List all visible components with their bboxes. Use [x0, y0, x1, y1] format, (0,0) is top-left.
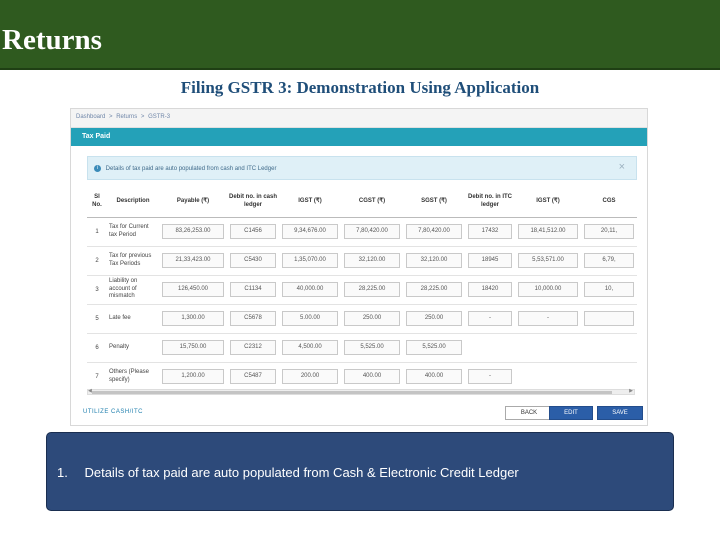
- save-button[interactable]: SAVE: [597, 406, 643, 420]
- edit-button[interactable]: EDIT: [549, 406, 593, 420]
- scroll-right-icon[interactable]: ▶: [629, 388, 633, 394]
- igst-field[interactable]: 1,35,070.00: [282, 253, 338, 268]
- breadcrumb-separator: >: [140, 114, 145, 120]
- tax-paid-table: Sl No. Description Payable (₹) Debit no.…: [87, 187, 637, 387]
- cgst-field[interactable]: 250.00: [344, 311, 400, 326]
- scrollbar-thumb[interactable]: [92, 391, 612, 394]
- row-description: Penalty: [107, 332, 159, 362]
- sgst-field[interactable]: 7,80,420.00: [406, 224, 462, 239]
- igst-field[interactable]: 200.00: [282, 369, 338, 385]
- cgst-field[interactable]: 32,120.00: [344, 253, 400, 268]
- note-text: Details of tax paid are auto populated f…: [84, 465, 519, 480]
- itc-igst-field[interactable]: 10,000.00: [518, 282, 578, 297]
- info-icon: i: [94, 165, 101, 172]
- itc-cgst-field[interactable]: [584, 311, 634, 326]
- app-screenshot: Dashboard > Returns > GSTR-3 Tax Paid i …: [70, 108, 648, 426]
- title-bar: Returns: [0, 0, 720, 70]
- back-button[interactable]: BACK: [505, 406, 553, 420]
- row-description: Liability on account of mismatch: [107, 274, 159, 304]
- itc-cgst-field[interactable]: 20,11,: [584, 224, 634, 239]
- itc-igst-field[interactable]: 5,53,571.00: [518, 253, 578, 268]
- row-sl: 6: [87, 332, 107, 362]
- sgst-field[interactable]: 400.00: [406, 369, 462, 385]
- cgst-field[interactable]: 400.00: [344, 369, 400, 385]
- column-header: Sl No.: [87, 187, 107, 218]
- row-description: Others (Please specify): [107, 361, 159, 387]
- sgst-field[interactable]: 250.00: [406, 311, 462, 326]
- row-description: Tax for previous Tax Periods: [107, 245, 159, 275]
- column-header: Debit no. in cash ledger: [227, 187, 279, 218]
- itc-cgst-field[interactable]: 6,79,: [584, 253, 634, 268]
- column-header: Payable (₹): [159, 187, 227, 218]
- debit-itc-field[interactable]: 17432: [468, 224, 512, 239]
- column-header: CGST (₹): [341, 187, 403, 218]
- sgst-field[interactable]: 5,525.00: [406, 340, 462, 355]
- close-icon[interactable]: ×: [619, 161, 625, 173]
- note-number: 1.: [57, 465, 68, 480]
- payable-field[interactable]: 1,200.00: [162, 369, 224, 385]
- info-text: Details of tax paid are auto populated f…: [105, 166, 277, 173]
- payable-field[interactable]: 15,750.00: [162, 340, 224, 355]
- table-row: 5 Late fee 1,300.00 C5678 5.00.00 250.00…: [87, 303, 637, 333]
- debit-cash-field[interactable]: C2312: [230, 340, 276, 355]
- utilize-cash-itc-link[interactable]: UTILIZE CASH/ITC: [83, 409, 143, 415]
- debit-cash-field[interactable]: C5430: [230, 253, 276, 268]
- cgst-field[interactable]: 7,80,420.00: [344, 224, 400, 239]
- igst-field[interactable]: 5.00.00: [282, 311, 338, 326]
- breadcrumb: Dashboard > Returns > GSTR-3: [71, 109, 647, 128]
- debit-cash-field[interactable]: C1134: [230, 282, 276, 297]
- column-header: IGST (₹): [279, 187, 341, 218]
- table-row: 3 Liability on account of mismatch 126,4…: [87, 274, 637, 304]
- table-row: 2 Tax for previous Tax Periods 21,33,423…: [87, 245, 637, 275]
- row-description: Tax for Current tax Period: [107, 216, 159, 246]
- row-description: Late fee: [107, 303, 159, 333]
- column-header: IGST (₹): [515, 187, 581, 218]
- row-sl: 5: [87, 303, 107, 333]
- slide-subtitle: Filing GSTR 3: Demonstration Using Appli…: [180, 78, 540, 97]
- breadcrumb-dashboard[interactable]: Dashboard: [76, 114, 105, 120]
- row-sl: 2: [87, 245, 107, 275]
- breadcrumb-separator: >: [109, 114, 113, 120]
- column-header: CGS: [581, 187, 637, 218]
- table-row: 6 Penalty 15,750.00 C2312 4,500.00 5,525…: [87, 332, 637, 362]
- debit-cash-field[interactable]: C1456: [230, 224, 276, 239]
- debit-itc-field[interactable]: 18945: [468, 253, 512, 268]
- sgst-field[interactable]: 32,120.00: [406, 253, 462, 268]
- payable-field[interactable]: 83,26,253.00: [162, 224, 224, 239]
- igst-field[interactable]: 9,34,676.00: [282, 224, 338, 239]
- column-header: SGST (₹): [403, 187, 465, 218]
- breadcrumb-gstr3: GSTR-3: [148, 114, 171, 120]
- table-row: 1 Tax for Current tax Period 83,26,253.0…: [87, 216, 637, 246]
- table-row: 7 Others (Please specify) 1,200.00 C5487…: [87, 361, 637, 387]
- payable-field[interactable]: 21,33,423.00: [162, 253, 224, 268]
- payable-field[interactable]: 1,300.00: [162, 311, 224, 326]
- debit-itc-field[interactable]: -: [468, 311, 512, 326]
- igst-field[interactable]: 40,000.00: [282, 282, 338, 297]
- column-header: Description: [107, 187, 159, 218]
- debit-itc-field[interactable]: -: [468, 369, 512, 385]
- debit-itc-field[interactable]: 18420: [468, 282, 512, 297]
- row-sl: 7: [87, 361, 107, 387]
- igst-field[interactable]: 4,500.00: [282, 340, 338, 355]
- cgst-field[interactable]: 5,525.00: [344, 340, 400, 355]
- debit-cash-field[interactable]: C5487: [230, 369, 276, 385]
- debit-cash-field[interactable]: C5678: [230, 311, 276, 326]
- cgst-field[interactable]: 28,225.00: [344, 282, 400, 297]
- itc-igst-field[interactable]: -: [518, 311, 578, 326]
- row-sl: 1: [87, 216, 107, 246]
- row-sl: 3: [87, 274, 107, 304]
- itc-cgst-field[interactable]: 10,: [584, 282, 634, 297]
- itc-igst-field[interactable]: 18,41,512.00: [518, 224, 578, 239]
- panel-title: Tax Paid: [71, 128, 647, 146]
- payable-field[interactable]: 126,450.00: [162, 282, 224, 297]
- breadcrumb-returns[interactable]: Returns: [116, 114, 137, 120]
- info-banner: i Details of tax paid are auto populated…: [87, 156, 637, 180]
- column-header: Debit no. in ITC ledger: [465, 187, 515, 218]
- sgst-field[interactable]: 28,225.00: [406, 282, 462, 297]
- note-box: 1. Details of tax paid are auto populate…: [46, 432, 674, 511]
- table-header-row: Sl No. Description Payable (₹) Debit no.…: [87, 187, 637, 218]
- horizontal-scrollbar[interactable]: ◀ ▶: [87, 388, 635, 395]
- page-title: Returns: [2, 24, 102, 56]
